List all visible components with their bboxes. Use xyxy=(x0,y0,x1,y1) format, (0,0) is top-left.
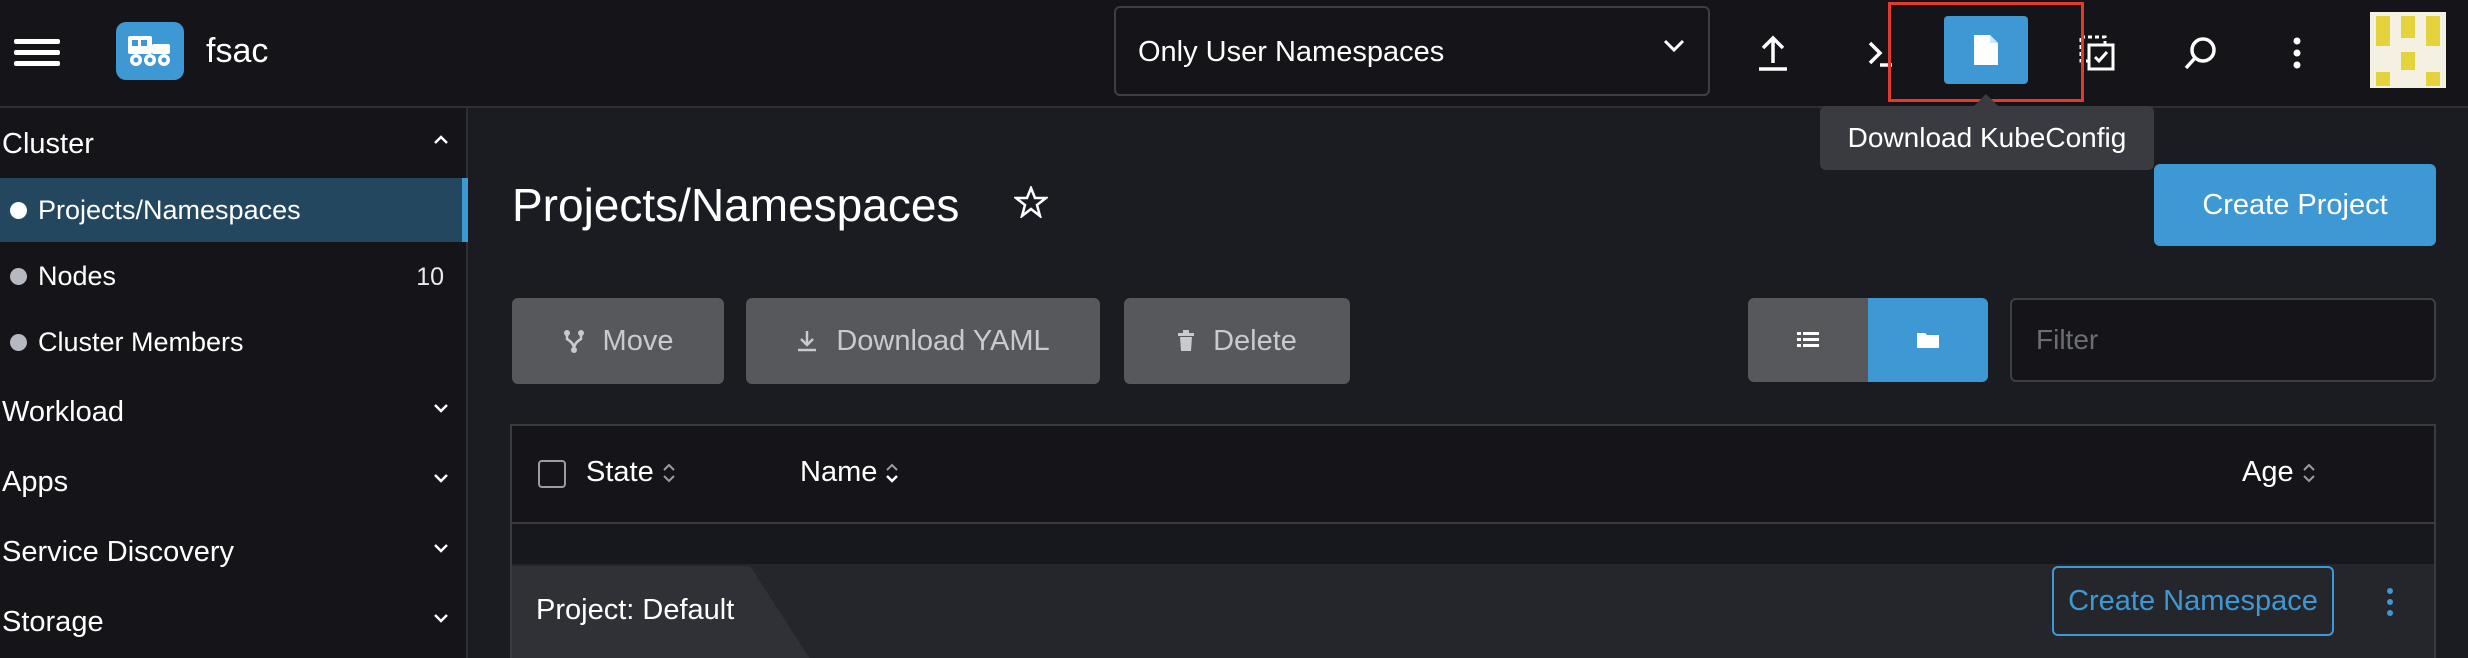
sidebar-group-label: Cluster xyxy=(2,128,94,160)
namespace-filter-value: Only User Namespaces xyxy=(1138,36,1445,68)
sidebar-group-workload[interactable]: Workload xyxy=(0,378,468,446)
column-header-state[interactable]: State xyxy=(586,456,676,489)
move-icon xyxy=(563,329,585,353)
sidebar-group-label: Service Discovery xyxy=(2,536,235,568)
sidebar-item-nodes[interactable]: Nodes 10 xyxy=(0,244,468,308)
column-header-name[interactable]: Name xyxy=(800,456,899,489)
column-header-age[interactable]: Age xyxy=(2242,456,2316,489)
globe-icon xyxy=(10,334,27,351)
sidebar: Cluster Projects/Namespaces Nodes 10 Clu… xyxy=(0,108,468,658)
chevron-down-icon xyxy=(432,402,450,414)
kebab-icon[interactable] xyxy=(2272,28,2322,78)
globe-icon xyxy=(10,268,27,285)
cluster-logo-icon xyxy=(116,22,184,80)
copy-kubeconfig-icon[interactable] xyxy=(2072,28,2122,78)
download-kubeconfig-button[interactable] xyxy=(1944,16,2028,84)
move-button[interactable]: Move xyxy=(512,298,724,384)
select-all-checkbox[interactable] xyxy=(538,460,566,488)
menu-icon[interactable] xyxy=(14,34,60,74)
sidebar-group-storage[interactable]: Storage xyxy=(0,588,468,656)
sidebar-item-label: Cluster Members xyxy=(38,327,244,357)
sidebar-group-label: Apps xyxy=(2,466,69,498)
chevron-down-icon xyxy=(432,542,450,554)
upload-icon[interactable] xyxy=(1748,28,1798,78)
kubectl-shell-icon[interactable] xyxy=(1856,28,1906,78)
view-toggle xyxy=(1748,298,1988,382)
project-group-tab: Project: Default xyxy=(512,566,812,658)
star-icon[interactable] xyxy=(1014,186,1048,218)
download-icon xyxy=(796,329,818,353)
filter-input[interactable] xyxy=(2010,298,2436,382)
sidebar-item-label: Nodes xyxy=(38,261,117,291)
move-label: Move xyxy=(602,324,674,357)
sidebar-item-label: Projects/Namespaces xyxy=(38,195,301,225)
sidebar-item-count: 10 xyxy=(416,263,444,291)
column-name-label: Name xyxy=(800,456,878,488)
sidebar-item-projects-namespaces[interactable]: Projects/Namespaces xyxy=(0,178,468,242)
search-icon[interactable] xyxy=(2176,28,2226,78)
namespaces-table: State Name Age Project: Default Create N… xyxy=(510,424,2436,658)
sort-icon xyxy=(2302,462,2316,484)
list-icon xyxy=(1797,331,1819,349)
project-actions-kebab-icon[interactable] xyxy=(2370,572,2410,632)
sort-icon xyxy=(662,462,676,484)
chevron-down-icon xyxy=(432,612,450,624)
create-namespace-button[interactable]: Create Namespace xyxy=(2052,566,2334,636)
sidebar-group-label: Workload xyxy=(2,396,124,428)
download-yaml-button[interactable]: Download YAML xyxy=(746,298,1100,384)
sort-icon xyxy=(885,462,899,484)
chevron-down-icon xyxy=(432,472,450,484)
group-by-project-view-button[interactable] xyxy=(1868,298,1988,382)
user-avatar[interactable] xyxy=(2370,12,2446,88)
folder-icon xyxy=(1916,331,1940,349)
project-group-label: Project: Default xyxy=(536,594,735,626)
download-yaml-label: Download YAML xyxy=(836,324,1050,357)
trash-icon xyxy=(1177,330,1195,352)
table-header: State Name Age xyxy=(512,426,2434,524)
top-header: fsac Only User Namespaces xyxy=(0,0,2468,108)
column-state-label: State xyxy=(586,456,654,488)
globe-icon xyxy=(10,202,27,219)
chevron-down-icon xyxy=(1662,38,1686,54)
namespace-filter-select[interactable]: Only User Namespaces xyxy=(1114,6,1710,96)
sidebar-item-cluster-members[interactable]: Cluster Members xyxy=(0,310,468,374)
delete-button[interactable]: Delete xyxy=(1124,298,1350,384)
sidebar-group-apps[interactable]: Apps xyxy=(0,448,468,516)
flat-list-view-button[interactable] xyxy=(1748,298,1868,382)
chevron-up-icon xyxy=(432,134,450,146)
sidebar-group-service-discovery[interactable]: Service Discovery xyxy=(0,518,468,586)
delete-label: Delete xyxy=(1213,324,1297,357)
page-title: Projects/Namespaces xyxy=(512,179,960,231)
sidebar-group-label: Storage xyxy=(2,606,104,638)
tooltip: Download KubeConfig xyxy=(1820,94,2154,170)
sidebar-group-cluster[interactable]: Cluster xyxy=(0,110,468,178)
column-age-label: Age xyxy=(2242,456,2294,488)
create-project-button[interactable]: Create Project xyxy=(2154,164,2436,246)
cluster-name: fsac xyxy=(206,32,269,70)
file-icon xyxy=(1972,33,2000,67)
